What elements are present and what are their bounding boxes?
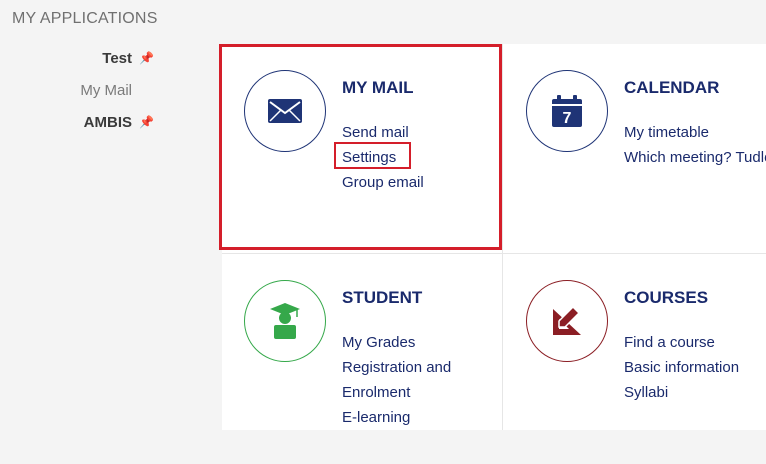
graduate-icon[interactable] (244, 280, 326, 362)
envelope-icon[interactable] (244, 70, 326, 152)
link-registration[interactable]: Registration and (342, 355, 451, 380)
calendar-day: 7 (563, 110, 572, 127)
sidebar-item-label: My Mail (80, 81, 132, 99)
app-title[interactable]: STUDENT (342, 288, 422, 308)
sidebar-item-label: AMBIS (83, 113, 132, 131)
sidebar-item-ambis[interactable]: AMBIS 📌 (84, 110, 154, 134)
link-which-meeting[interactable]: Which meeting? Tudle (624, 145, 766, 170)
app-card-my-mail: MY MAIL Send mail Settings Group email (222, 44, 502, 254)
link-syllabi[interactable]: Syllabi (624, 380, 739, 405)
link-group-email[interactable]: Group email (342, 170, 424, 195)
calendar-icon[interactable]: 7 (526, 70, 608, 152)
sidebar: Test 📌 My Mail AMBIS 📌 (80, 46, 154, 134)
app-card-courses: COURSES Find a course Basic information … (504, 254, 766, 464)
app-title[interactable]: COURSES (624, 288, 708, 308)
app-card-student: STUDENT My Grades Registration and Enrol… (222, 254, 502, 464)
app-links: My timetable Which meeting? Tudle (624, 120, 766, 170)
application-grid: MY MAIL Send mail Settings Group email 7… (222, 44, 766, 430)
app-links: Send mail Settings Group email (342, 120, 424, 195)
pin-icon[interactable]: 📌 (132, 51, 154, 65)
page-title: MY APPLICATIONS (12, 10, 158, 27)
link-send-mail[interactable]: Send mail (342, 120, 424, 145)
pin-icon[interactable]: 📌 (132, 115, 154, 129)
link-find-course[interactable]: Find a course (624, 330, 739, 355)
app-title[interactable]: CALENDAR (624, 78, 719, 98)
link-e-learning[interactable]: E-learning (342, 405, 451, 430)
ruler-pencil-icon[interactable] (526, 280, 608, 362)
link-basic-information[interactable]: Basic information (624, 355, 739, 380)
sidebar-item-test[interactable]: Test 📌 (102, 46, 154, 70)
sidebar-item-my-mail[interactable]: My Mail (80, 78, 154, 102)
link-enrolment[interactable]: Enrolment (342, 380, 451, 405)
link-my-grades[interactable]: My Grades (342, 330, 451, 355)
link-settings[interactable]: Settings (342, 145, 424, 170)
divider (502, 44, 503, 430)
link-my-timetable[interactable]: My timetable (624, 120, 766, 145)
app-links: My Grades Registration and Enrolment E-l… (342, 330, 451, 430)
app-title[interactable]: MY MAIL (342, 78, 413, 98)
app-links: Find a course Basic information Syllabi (624, 330, 739, 405)
sidebar-item-label: Test (102, 49, 132, 67)
app-card-calendar: 7 CALENDAR My timetable Which meeting? T… (504, 44, 766, 254)
